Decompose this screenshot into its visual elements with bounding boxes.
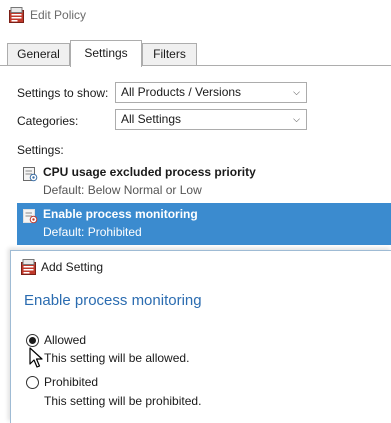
- list-item[interactable]: CPU usage excluded process priority Defa…: [17, 161, 391, 203]
- setting-default: Default: Prohibited: [43, 225, 142, 239]
- allowed-label[interactable]: Allowed: [44, 333, 86, 347]
- settings-list-label: Settings:: [17, 143, 64, 157]
- chevron-down-icon: ⌵: [293, 87, 300, 97]
- add-setting-dialog: Add Setting Enable process monitoring Al…: [10, 250, 391, 423]
- policy-icon: [9, 7, 24, 23]
- radio-checked-dot: [29, 337, 36, 344]
- tab-filters[interactable]: Filters: [142, 43, 197, 65]
- chevron-down-icon: ⌵: [293, 114, 300, 124]
- setting-title: Enable process monitoring: [43, 207, 198, 221]
- setting-default: Default: Below Normal or Low: [43, 183, 202, 197]
- dialog-title: Add Setting: [41, 260, 104, 274]
- window-title: Edit Policy: [30, 8, 87, 22]
- categories-value: All Settings: [121, 112, 182, 126]
- prohibited-radio[interactable]: [26, 376, 39, 389]
- tab-general[interactable]: General: [7, 43, 70, 65]
- dialog-heading: Enable process monitoring: [24, 292, 202, 309]
- settings-to-show-dropdown[interactable]: All Products / Versions ⌵: [115, 82, 307, 103]
- categories-dropdown[interactable]: All Settings ⌵: [115, 109, 307, 130]
- prohibited-description: This setting will be prohibited.: [44, 394, 202, 408]
- mouse-cursor-icon: [29, 347, 43, 368]
- tab-divider: [0, 65, 391, 66]
- setting-icon: [23, 209, 38, 224]
- settings-to-show-value: All Products / Versions: [121, 85, 242, 99]
- settings-to-show-label: Settings to show:: [17, 86, 109, 100]
- allowed-radio[interactable]: [26, 334, 39, 347]
- setting-icon: [23, 167, 38, 182]
- setting-title: CPU usage excluded process priority: [43, 165, 256, 179]
- tab-strip: General Settings Filters: [0, 38, 391, 67]
- prohibited-label[interactable]: Prohibited: [44, 375, 98, 389]
- allowed-description: This setting will be allowed.: [44, 351, 190, 365]
- categories-label: Categories:: [17, 114, 79, 128]
- list-item-selected[interactable]: Enable process monitoring Default: Prohi…: [17, 203, 391, 245]
- policy-icon: [21, 259, 36, 275]
- tab-settings[interactable]: Settings: [70, 40, 142, 67]
